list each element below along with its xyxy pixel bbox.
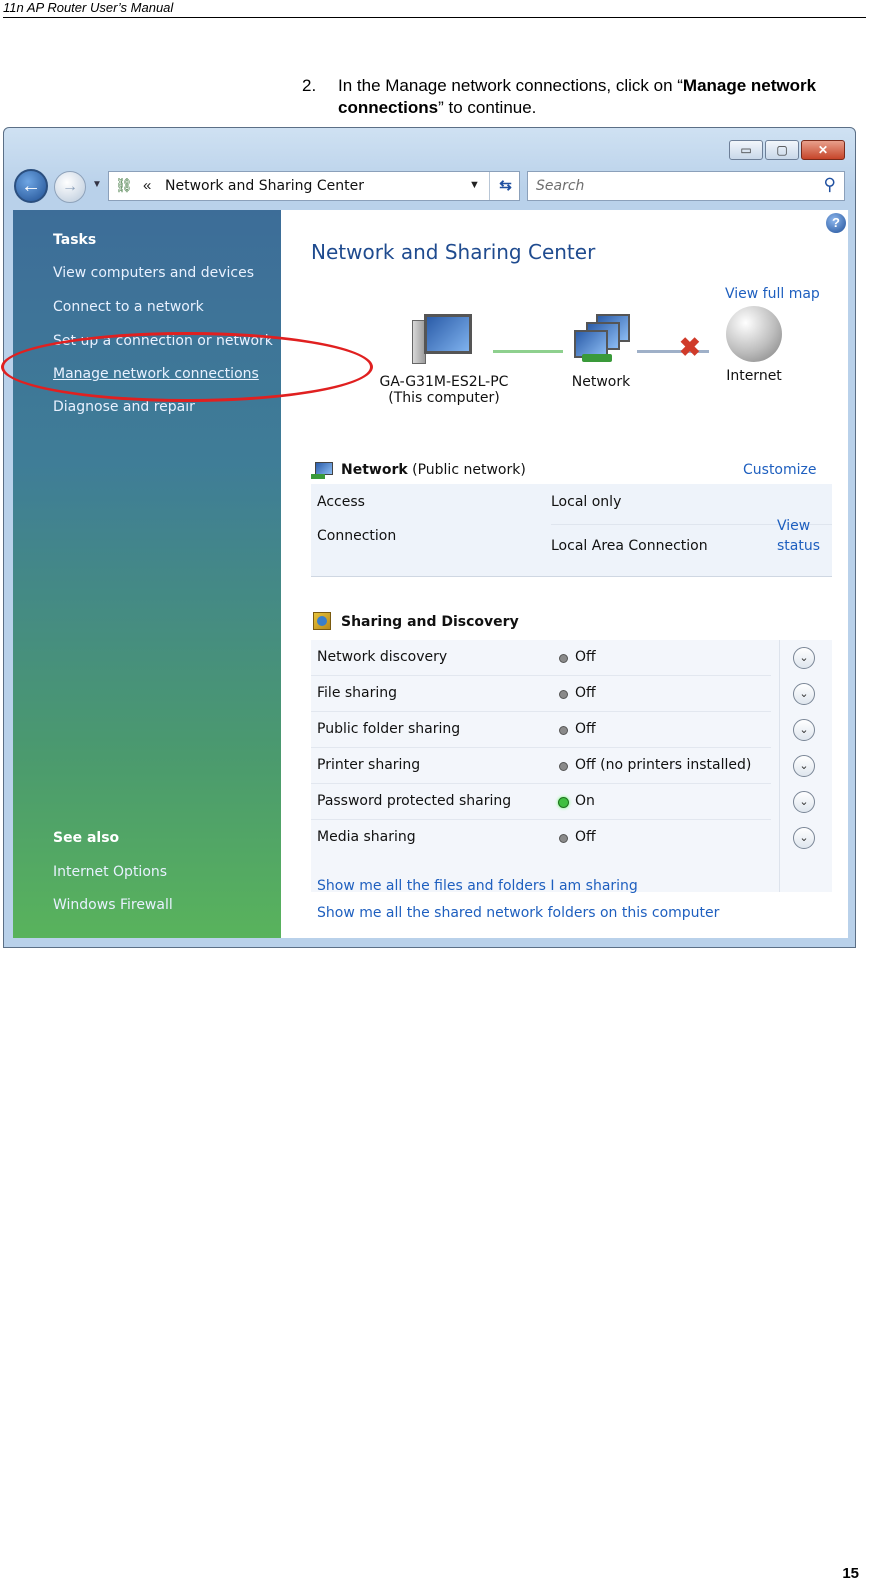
sharing-section-header: Sharing and Discovery [311, 612, 519, 632]
share-label: Network discovery [317, 649, 448, 665]
status-off-icon [559, 726, 568, 735]
view-status-link-line2[interactable]: status [777, 538, 820, 554]
step-number: 2. [302, 76, 317, 95]
highlight-oval [1, 332, 373, 402]
network-icon [568, 314, 634, 366]
internet-label: Internet [726, 368, 782, 384]
network-node[interactable]: Network [551, 314, 651, 390]
expand-chevron-icon[interactable]: ⌄ [793, 827, 815, 849]
see-also-windows-firewall[interactable]: Windows Firewall [53, 897, 173, 913]
view-status-link-line1[interactable]: View [777, 518, 810, 534]
connection-label: Connection [317, 528, 397, 544]
network-small-icon [311, 460, 337, 480]
globe-icon [726, 306, 782, 362]
status-on-icon [558, 797, 569, 808]
task-view-computers[interactable]: View computers and devices [53, 265, 254, 281]
main-content: ? Network and Sharing Center View full m… [281, 210, 848, 938]
computer-name: GA-G31M-ES2L-PC [379, 374, 509, 390]
refresh-icon[interactable]: ⇆ [489, 172, 521, 200]
task-pane: Tasks View computers and devices Connect… [13, 210, 281, 938]
network-label: Network [571, 374, 631, 390]
access-label: Access [317, 494, 365, 510]
network-info-box: Access Local only Connection Local Area … [311, 484, 832, 576]
access-value: Local only [551, 494, 622, 510]
expand-chevron-icon[interactable]: ⌄ [793, 647, 815, 669]
show-shared-files-link[interactable]: Show me all the files and folders I am s… [317, 878, 638, 894]
show-shared-folders-link[interactable]: Show me all the shared network folders o… [317, 905, 719, 921]
share-label: File sharing [317, 685, 398, 701]
share-label: Public folder sharing [317, 721, 461, 737]
internet-node[interactable]: Internet [709, 306, 799, 384]
history-dropdown-icon[interactable]: ▼ [92, 179, 102, 190]
share-row-file-sharing: File sharing Off ⌄ [311, 676, 832, 712]
address-chevron[interactable]: « [143, 177, 151, 194]
document-header: 11n AP Router User’s Manual [3, 0, 866, 18]
section-divider [311, 576, 832, 577]
help-icon[interactable]: ? [826, 213, 846, 233]
see-also-internet-options[interactable]: Internet Options [53, 864, 167, 880]
network-folder-icon: ⛓ [115, 177, 133, 193]
sharing-heading: Sharing and Discovery [341, 614, 519, 630]
status-off-icon [559, 762, 568, 771]
step-text-part1: In the Manage network connections, click… [338, 76, 683, 95]
computer-sub: (This computer) [388, 390, 500, 406]
address-path[interactable]: Network and Sharing Center [165, 178, 364, 194]
search-box[interactable]: Search ⚲ [527, 171, 845, 201]
share-label: Password protected sharing [317, 793, 512, 809]
title-bar: ▭ ▢ ✕ [4, 128, 855, 164]
share-value: Off [575, 649, 596, 665]
status-off-icon [559, 834, 568, 843]
network-name: Network [341, 462, 408, 478]
tasks-heading: Tasks [53, 232, 97, 248]
step-text: In the Manage network connections, click… [338, 75, 838, 119]
this-computer-node[interactable]: GA-G31M-ES2L-PC (This computer) [369, 314, 519, 406]
share-value: Off [575, 721, 596, 737]
forward-arrow-icon[interactable]: → [54, 171, 86, 203]
search-icon[interactable]: ⚲ [824, 175, 836, 195]
expand-chevron-icon[interactable]: ⌄ [793, 683, 815, 705]
maximize-button[interactable]: ▢ [765, 140, 799, 160]
network-section-header: Network (Public network) [311, 460, 526, 480]
share-value: Off (no printers installed) [575, 757, 752, 773]
share-value: Off [575, 829, 596, 845]
share-value: Off [575, 685, 596, 701]
share-label: Media sharing [317, 829, 416, 845]
share-row-network-discovery: Network discovery Off ⌄ [311, 640, 832, 676]
sharing-box: Network discovery Off ⌄ File sharing Off… [311, 640, 832, 892]
connection-value: Local Area Connection [551, 538, 708, 554]
sharing-icon [311, 612, 337, 632]
page-title: Network and Sharing Center [311, 240, 596, 264]
share-label: Printer sharing [317, 757, 421, 773]
expand-chevron-icon[interactable]: ⌄ [793, 719, 815, 741]
share-row-printer-sharing: Printer sharing Off (no printers install… [311, 748, 832, 784]
task-connect-network[interactable]: Connect to a network [53, 299, 204, 315]
minimize-button[interactable]: ▭ [729, 140, 763, 160]
share-row-media-sharing: Media sharing Off ⌄ [311, 820, 832, 856]
share-row-public-folder: Public folder sharing Off ⌄ [311, 712, 832, 748]
network-type: (Public network) [412, 462, 526, 478]
explorer-window: ▭ ▢ ✕ ← → ▼ ⛓ « Network and Sharing Cent… [3, 127, 856, 948]
see-also-heading: See also [53, 830, 120, 846]
manual-title: 11n AP Router User’s Manual [3, 0, 174, 15]
step-text-part2: ” to continue. [438, 98, 537, 117]
customize-link[interactable]: Customize [743, 462, 817, 478]
expand-chevron-icon[interactable]: ⌄ [793, 755, 815, 777]
expand-chevron-icon[interactable]: ⌄ [793, 791, 815, 813]
back-arrow-icon[interactable]: ← [14, 169, 48, 203]
page-number: 15 [842, 1565, 859, 1582]
status-off-icon [559, 654, 568, 663]
share-value: On [575, 793, 595, 809]
status-off-icon [559, 690, 568, 699]
share-row-password-protected: Password protected sharing On ⌄ [311, 784, 832, 820]
computer-icon [412, 314, 476, 366]
close-button[interactable]: ✕ [801, 140, 845, 160]
disconnected-x-icon: ✖ [679, 332, 701, 362]
address-dropdown-icon[interactable]: ▼ [469, 179, 480, 191]
search-placeholder: Search [536, 178, 585, 194]
navigation-bar: ← → ▼ ⛓ « Network and Sharing Center ▼ ⇆… [4, 166, 855, 208]
view-full-map-link[interactable]: View full map [725, 286, 820, 302]
address-bar[interactable]: ⛓ « Network and Sharing Center ▼ ⇆ [108, 171, 520, 201]
